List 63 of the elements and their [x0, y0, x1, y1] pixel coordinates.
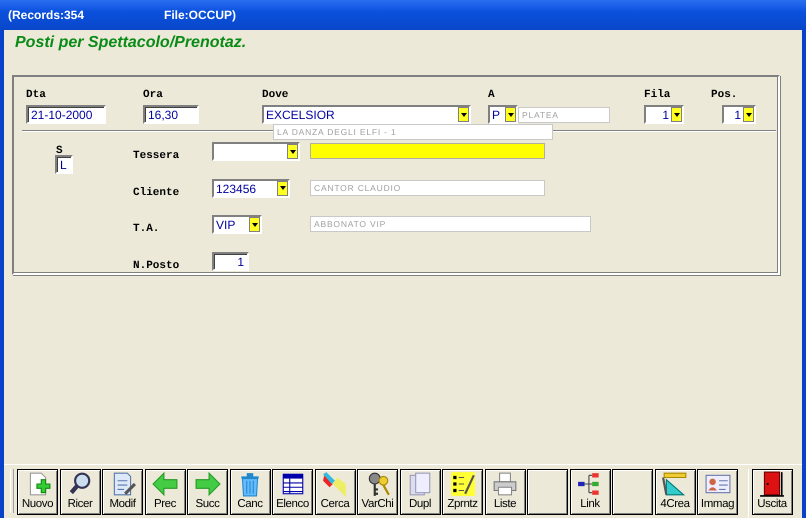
door-icon: [759, 471, 785, 497]
records-count-label: (Records:354: [8, 8, 86, 22]
printer-icon: [492, 471, 518, 497]
magnifier-icon: [67, 471, 93, 497]
combo-box[interactable]: 1: [722, 105, 756, 124]
file-name-label: File:OCCUP): [164, 8, 236, 22]
toolbar-button[interactable]: Elenco: [272, 469, 313, 515]
checklist-icon: [450, 471, 476, 497]
dropdown-button[interactable]: [458, 107, 469, 122]
toolbar-button[interactable]: Ricer: [60, 469, 100, 515]
dropdown-button[interactable]: [287, 144, 298, 159]
dropdown-button[interactable]: [743, 107, 754, 122]
toolbar-button[interactable]: Immag: [697, 469, 738, 515]
toolbar-button[interactable]: Link: [570, 469, 610, 515]
text-field[interactable]: 16,30: [143, 105, 199, 124]
field-label: A: [488, 89, 496, 103]
toolbar-button[interactable]: Liste: [484, 469, 526, 515]
copy-icon: [407, 471, 433, 497]
toolbar-button[interactable]: Uscita: [752, 469, 792, 515]
combo-box[interactable]: 1: [644, 105, 684, 124]
text-field[interactable]: L: [55, 155, 73, 174]
toolbar-button[interactable]: Canc: [230, 469, 270, 515]
field-label: N.Posto: [133, 260, 180, 272]
combo-box[interactable]: VIP: [212, 215, 262, 234]
field-label: T.A.: [133, 223, 160, 235]
set-square-icon: [662, 471, 688, 497]
toolbar-button[interactable]: Prec: [144, 469, 186, 515]
form-heading: Posti per Spettacolo/Prenotaz.: [15, 34, 248, 53]
description-field: CANTOR CLAUDIO: [310, 180, 545, 196]
toolbar-button[interactable]: Nuovo: [17, 469, 58, 515]
blank-button[interactable]: [612, 469, 653, 515]
dropdown-button[interactable]: [249, 217, 260, 232]
table-icon: [280, 471, 306, 497]
field-label: Ora: [143, 89, 164, 103]
left-arrow-icon: [152, 471, 178, 497]
field-label: Dove: [262, 89, 290, 103]
description-field: ABBONATO VIP: [310, 216, 591, 232]
toolbar-button[interactable]: Dupl: [400, 469, 440, 515]
toolbar-button[interactable]: Cerca: [314, 469, 356, 515]
field-label: Dta: [26, 89, 47, 103]
combo-box[interactable]: P: [488, 105, 518, 124]
toolbar-button[interactable]: Modif: [102, 469, 143, 515]
combo-box[interactable]: [212, 142, 300, 161]
dropdown-button[interactable]: [671, 107, 682, 122]
field-label: Pos.: [711, 89, 738, 103]
toolbar-button[interactable]: VarChi: [357, 469, 398, 515]
toolbar-button[interactable]: Succ: [187, 469, 228, 515]
flashlight-icon: [322, 471, 348, 497]
text-field[interactable]: 21-10-2000: [26, 105, 106, 124]
blank-button[interactable]: [527, 469, 568, 515]
right-arrow-icon: [194, 471, 220, 497]
combo-box[interactable]: EXCELSIOR: [262, 105, 471, 124]
description-field: PLATEA: [518, 107, 610, 123]
field-label: Tessera: [133, 150, 180, 162]
description-field: LA DANZA DEGLI ELFI - 1: [273, 124, 553, 140]
dropdown-button[interactable]: [277, 180, 288, 196]
toolbar-button[interactable]: Zprntz: [442, 469, 483, 515]
text-field[interactable]: 1: [212, 252, 249, 270]
toolbar-button[interactable]: 4Crea: [654, 469, 696, 515]
combo-box[interactable]: 123456: [212, 178, 290, 198]
field-label: Cliente: [133, 186, 180, 198]
field-label: Fila: [644, 89, 672, 103]
dropdown-button[interactable]: [505, 107, 516, 122]
